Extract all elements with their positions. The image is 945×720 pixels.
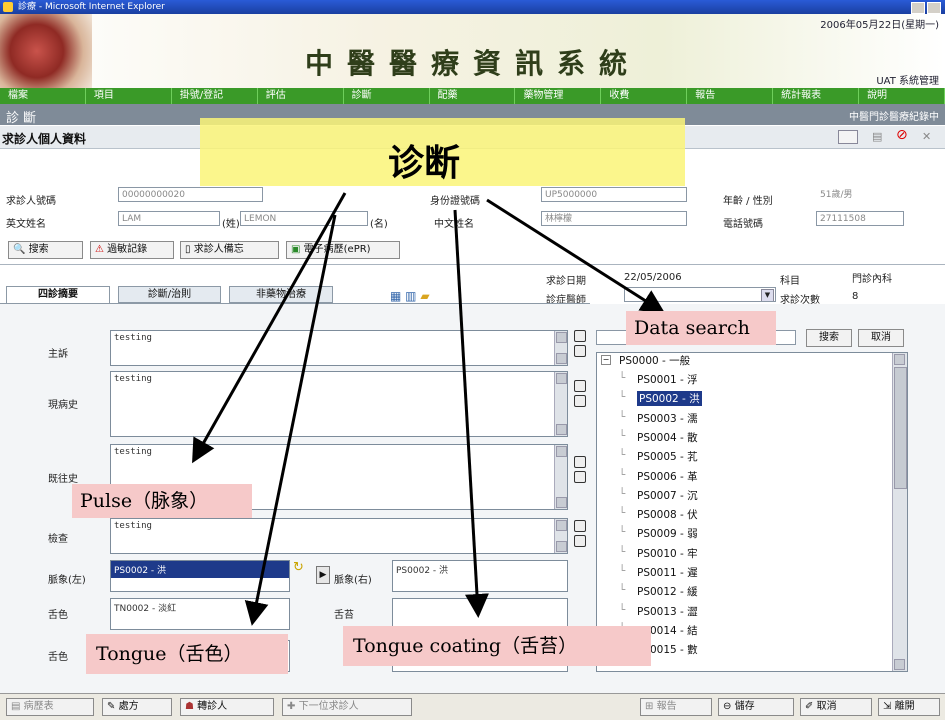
arrow-to-data-search	[486, 198, 666, 314]
arrow-to-tongue-coating	[453, 209, 489, 618]
arrow-to-pulse-left	[192, 192, 347, 464]
tongue-coating-annotation: Tongue coating（舌苔）	[343, 626, 651, 666]
arrow-to-tongue-color	[244, 214, 337, 626]
data-search-annotation: Data search	[626, 311, 776, 345]
annotation-arrows	[192, 192, 666, 626]
tongue-annotation: Tongue（舌色）	[86, 634, 288, 674]
pulse-annotation: Pulse（脉象）	[72, 484, 252, 518]
